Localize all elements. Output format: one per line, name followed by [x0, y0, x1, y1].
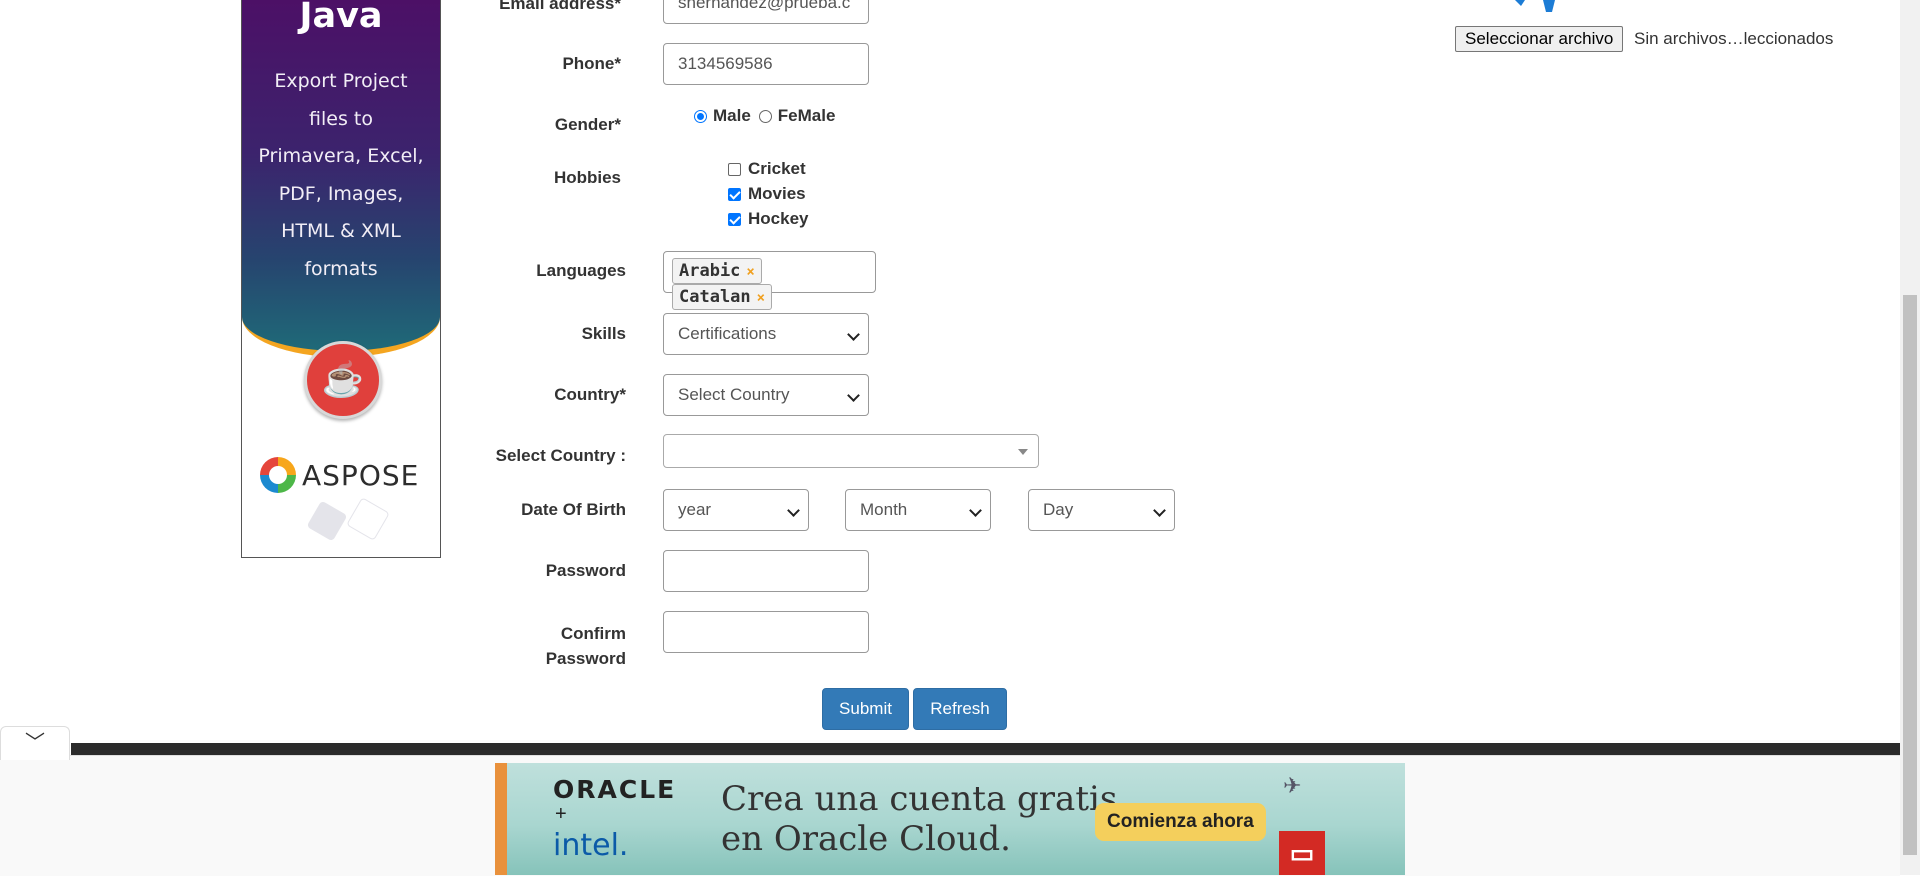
languages-label: Languages — [536, 261, 626, 280]
java-cup-icon: ☕ — [304, 341, 382, 419]
oracle-cloud-ad[interactable]: ORACLE + intel. Crea una cuenta gratis e… — [495, 763, 1405, 875]
skills-select[interactable]: Certifications — [663, 313, 869, 355]
remove-tag-icon[interactable]: × — [757, 290, 765, 306]
phone-label: Phone* — [562, 54, 621, 73]
refresh-button[interactable]: Refresh — [913, 688, 1007, 730]
country-label: Country* — [554, 385, 626, 404]
hobby-cricket[interactable]: Cricket — [728, 159, 806, 179]
password-label: Password — [545, 561, 626, 580]
user-photo-icon — [1515, 0, 1555, 12]
confirm-password-field[interactable] — [663, 611, 869, 653]
checkbox-cricket[interactable] — [728, 162, 741, 176]
gender-options: Male FeMale — [694, 106, 835, 126]
footer-divider — [71, 743, 1900, 755]
chevron-down-icon — [787, 504, 800, 517]
choose-file-button[interactable]: Seleccionar archivo — [1455, 26, 1624, 52]
gender-female-label: FeMale — [777, 106, 836, 125]
ad-title: Java — [299, 0, 383, 36]
hobby-movies[interactable]: Movies — [728, 184, 806, 204]
ad-stripe — [495, 763, 507, 875]
ad-description: Export Project files to Primavera, Excel… — [258, 70, 424, 280]
chevron-down-icon — [1153, 504, 1166, 517]
gender-radio-male[interactable] — [694, 109, 707, 123]
date-of-birth-label: Date Of Birth — [521, 500, 626, 519]
day-select[interactable]: Day — [1028, 489, 1175, 531]
bird-icon: ✈ — [1283, 773, 1302, 798]
remove-tag-icon[interactable]: × — [746, 264, 754, 280]
country-value: Select Country — [678, 385, 790, 404]
confirm-password-label: Confirm Password — [545, 624, 626, 668]
aspose-logo-icon — [260, 457, 296, 493]
languages-multiselect[interactable]: Arabic ×Catalan × — [663, 251, 876, 310]
email-label: Email address* — [499, 0, 621, 13]
month-value: Month — [860, 500, 908, 519]
month-select[interactable]: Month — [845, 489, 991, 531]
intel-logo: intel. — [553, 828, 629, 863]
oracle-logo: ORACLE — [553, 775, 677, 804]
oracle-o-icon: ▭ — [1279, 831, 1325, 875]
chevron-down-icon: ﹀ — [25, 732, 45, 754]
checkbox-movies[interactable] — [728, 187, 741, 201]
hobby-hockey[interactable]: Hockey — [728, 209, 808, 229]
country-select[interactable]: Select Country — [663, 374, 869, 416]
gender-male-label: Male — [713, 106, 751, 125]
gender-radio-female[interactable] — [758, 109, 772, 123]
checkbox-hockey[interactable] — [728, 212, 741, 226]
comienza-ahora-button[interactable]: Comienza ahora — [1095, 803, 1266, 841]
language-tag: Catalan × — [672, 284, 773, 310]
chevron-down-icon — [847, 389, 860, 402]
select-country-label: Select Country : — [495, 446, 626, 465]
gender-label: Gender* — [554, 115, 621, 134]
submit-button[interactable]: Submit — [822, 688, 909, 730]
hexagon-decoration — [306, 500, 348, 542]
chevron-down-icon — [969, 504, 982, 517]
phone-field[interactable] — [663, 43, 869, 85]
collapse-ad-button[interactable]: ﹀ — [0, 726, 70, 760]
year-value: year — [678, 500, 712, 519]
hexagon-decoration — [346, 497, 390, 541]
skills-label: Skills — [581, 324, 626, 343]
hobbies-label: Hobbies — [553, 168, 621, 187]
ad-headline: Crea una cuenta gratis en Oracle Cloud. — [721, 779, 1118, 859]
language-tag: Arabic × — [672, 258, 762, 284]
hobby-hockey-label: Hockey — [748, 209, 809, 228]
aspose-java-ad[interactable]: Java Export Project files to Primavera, … — [241, 0, 441, 558]
hobby-movies-label: Movies — [748, 184, 806, 203]
ad-brand: ASPOSE — [302, 459, 420, 492]
ad-plus: + — [555, 803, 567, 825]
dropdown-arrow-icon — [1018, 449, 1028, 455]
email-field[interactable] — [663, 0, 869, 24]
password-field[interactable] — [663, 550, 869, 592]
scrollbar-thumb[interactable] — [1903, 295, 1917, 855]
year-select[interactable]: year — [663, 489, 809, 531]
select-country-combobox[interactable] — [663, 434, 1039, 468]
file-status-text: Sin archivos…leccionados — [1634, 29, 1834, 48]
day-value: Day — [1043, 500, 1074, 519]
hobby-cricket-label: Cricket — [748, 159, 806, 178]
chevron-down-icon — [847, 328, 860, 341]
skills-value: Certifications — [678, 324, 777, 343]
